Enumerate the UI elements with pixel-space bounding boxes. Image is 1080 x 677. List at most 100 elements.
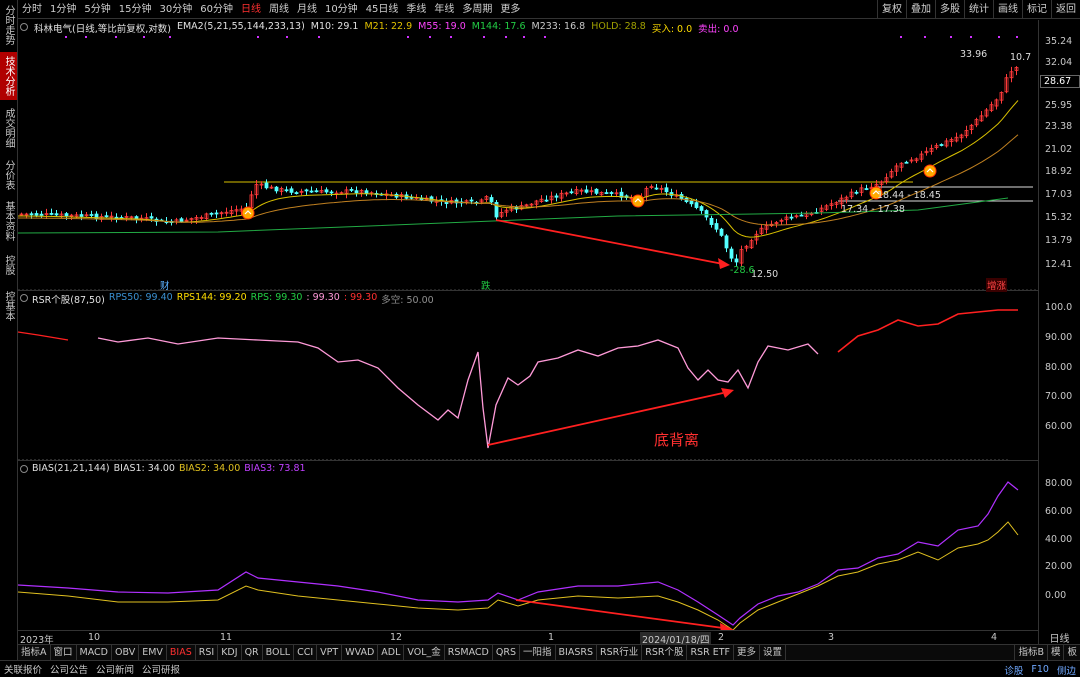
indicator-tab[interactable]: KDJ xyxy=(218,645,242,660)
toolbar-action-button[interactable]: 画线 xyxy=(993,0,1022,19)
bottom-bar: 关联报价 公司公告 公司新闻 公司研报 诊股 F10 侧边 xyxy=(0,660,1080,677)
candle-body xyxy=(584,189,589,193)
time-axis[interactable]: 2023年 10 11 12 1 2 3 4 2024/01/18/四 xyxy=(18,630,1038,646)
indicator-tab[interactable]: MACD xyxy=(77,645,112,660)
candle-body xyxy=(704,210,709,218)
indicator-tab[interactable]: WVAD xyxy=(342,645,379,660)
rsr-red-line xyxy=(837,309,1018,353)
candle-body xyxy=(309,190,314,193)
period-tab[interactable]: 15分钟 xyxy=(115,0,156,19)
sidebar-tab-fenjia[interactable]: 分价表 xyxy=(0,156,17,194)
indicator-tab[interactable]: EMV xyxy=(139,645,167,660)
candle-body xyxy=(939,144,944,146)
period-tab[interactable]: 月线 xyxy=(293,0,321,19)
toolbar-action-button[interactable]: 叠加 xyxy=(906,0,935,19)
indicator-tab[interactable]: BIASRS xyxy=(556,645,597,660)
time-axis-label: 11 xyxy=(220,632,233,643)
toolbar-action-button[interactable]: 统计 xyxy=(964,0,993,19)
period-tab[interactable]: 5分钟 xyxy=(80,0,114,19)
bottom-bar-link[interactable]: 公司研报 xyxy=(138,662,184,676)
rsr-axis-label: 80.00 xyxy=(1045,362,1073,373)
indicator-tab-right[interactable]: 指标B xyxy=(1014,645,1047,661)
chart-canvas[interactable] xyxy=(18,20,1038,630)
indicator-tab[interactable]: RSMACD xyxy=(445,645,493,660)
indicator-tab[interactable]: 更多 xyxy=(734,645,760,660)
axis-corner-period[interactable]: 日线 xyxy=(1038,630,1080,645)
indicator-tab[interactable]: VPT xyxy=(317,645,343,660)
candle-body xyxy=(64,213,69,217)
bottom-bar-link[interactable]: 公司新闻 xyxy=(92,662,138,676)
period-tab[interactable]: 日线 xyxy=(237,0,265,19)
bias-axis[interactable]: 80.00 60.00 40.00 20.00 0.00 xyxy=(1038,460,1080,630)
period-tab[interactable]: 10分钟 xyxy=(321,0,362,19)
indicator-tab[interactable]: BOLL xyxy=(263,645,295,660)
candle-body xyxy=(209,212,214,215)
period-tab[interactable]: 周线 xyxy=(265,0,293,19)
indicator-tab[interactable]: OBV xyxy=(112,645,140,660)
indicator-tab[interactable]: CCI xyxy=(294,645,318,660)
sidebar-tab-fenshi[interactable]: 分时走势 xyxy=(0,2,17,48)
period-tab[interactable]: 多周期 xyxy=(458,0,496,19)
bottom-bar-right-link[interactable]: F10 xyxy=(1027,664,1053,675)
period-tab[interactable]: 1分钟 xyxy=(46,0,80,19)
indicator-tab-right[interactable]: 模 xyxy=(1046,645,1064,661)
period-tab[interactable]: 30分钟 xyxy=(155,0,196,19)
signal-dot xyxy=(143,36,145,38)
candle-body xyxy=(469,199,474,202)
tag-die[interactable]: 跌 xyxy=(481,278,491,292)
sidebar-tab-label: 控基本 xyxy=(3,291,14,321)
candle-body xyxy=(214,212,219,215)
candle-body xyxy=(304,189,309,192)
sidebar-tab-chengjiao[interactable]: 成交明细 xyxy=(0,104,17,152)
toolbar-action-button[interactable]: 标记 xyxy=(1022,0,1051,19)
candle-body xyxy=(284,189,289,192)
tag-cai[interactable]: 财 xyxy=(160,278,170,292)
sidebar-tab-jiben[interactable]: 基本资料 xyxy=(0,198,17,244)
candle-body xyxy=(569,191,574,194)
sidebar-tab-label: 分时走势 xyxy=(3,5,14,45)
indicator-tab[interactable]: 指标A xyxy=(18,645,51,660)
indicator-tab[interactable]: VOL_金 xyxy=(404,645,445,660)
pane-divider[interactable] xyxy=(18,460,1038,461)
bottom-bar-right-link[interactable]: 诊股 xyxy=(1000,663,1027,677)
sidebar-tab-konggu[interactable]: 控股 xyxy=(0,248,17,282)
range-label-1: 18.44 - 18.45 xyxy=(877,190,941,201)
indicator-tab[interactable]: 窗口 xyxy=(51,645,77,660)
bottom-bar-right-link[interactable]: 侧边 xyxy=(1053,663,1080,677)
price-axis-label: 25.95 xyxy=(1045,100,1073,111)
sidebar-tab-jishu[interactable]: 技术分析 xyxy=(0,52,17,100)
pane-divider[interactable] xyxy=(18,290,1038,291)
candle-body xyxy=(664,187,669,193)
period-tab[interactable]: 季线 xyxy=(402,0,430,19)
toolbar-action-button[interactable]: 复权 xyxy=(877,0,906,19)
rsr-axis[interactable]: 100.0 90.00 80.00 70.00 60.00 xyxy=(1038,290,1080,460)
indicator-tab[interactable]: QR xyxy=(242,645,263,660)
indicator-tab[interactable]: 设置 xyxy=(760,645,787,660)
sidebar-tab-kongjiben[interactable]: 控基本 xyxy=(0,288,17,324)
bottom-bar-link[interactable]: 公司公告 xyxy=(46,662,92,676)
tag-zhang[interactable]: 增涨 xyxy=(986,278,1008,292)
toolbar-action-button[interactable]: 多股 xyxy=(935,0,964,19)
toolbar-action-button[interactable]: 返回 xyxy=(1051,0,1080,19)
bottom-bar-link[interactable]: 关联报价 xyxy=(0,662,46,676)
indicator-tab-right[interactable]: 板 xyxy=(1063,645,1080,661)
indicator-tab[interactable]: RSR行业 xyxy=(597,645,643,660)
period-tab[interactable]: 45日线 xyxy=(362,0,403,19)
period-tab[interactable]: 年线 xyxy=(430,0,458,19)
period-tab[interactable]: 分时 xyxy=(18,0,46,19)
price-axis[interactable]: 35.24 32.04 28.67 25.95 23.38 21.02 18.92 17.03… xyxy=(1038,20,1080,290)
signal-dot xyxy=(85,36,87,38)
candle-body xyxy=(854,191,859,194)
indicator-tab[interactable]: RSR个股 xyxy=(642,645,688,660)
candle-body xyxy=(34,213,39,216)
candle-body xyxy=(729,248,734,259)
indicator-tab[interactable]: ADL xyxy=(378,645,405,660)
indicator-tab[interactable]: BIAS xyxy=(167,645,196,660)
indicator-tab[interactable]: RSR ETF xyxy=(687,645,734,660)
period-tab[interactable]: 更多 xyxy=(496,0,524,19)
indicator-tab[interactable]: QRS xyxy=(493,645,520,660)
period-tab[interactable]: 60分钟 xyxy=(196,0,237,19)
indicator-tab[interactable]: 一阳指 xyxy=(520,645,556,660)
indicator-tab[interactable]: RSI xyxy=(196,645,219,660)
price-axis-label: 18.92 xyxy=(1045,166,1073,177)
